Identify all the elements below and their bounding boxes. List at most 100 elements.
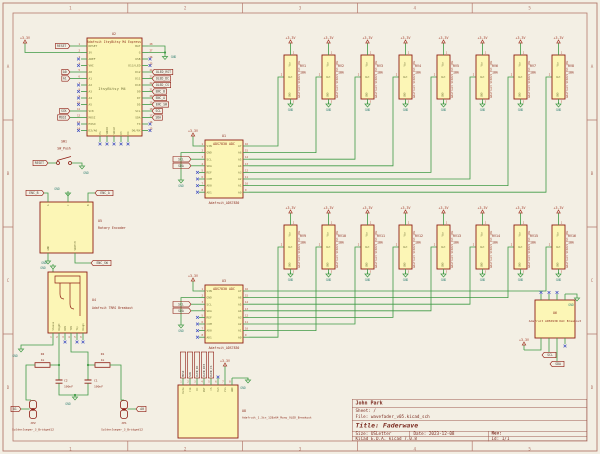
gnd-label: GND [441, 278, 447, 282]
wire[interactable] [193, 141, 199, 146]
gnd-symbol[interactable] [480, 104, 485, 107]
wire[interactable] [25, 48, 81, 53]
capacitor-C1[interactable] [85, 380, 92, 383]
pin-name: A0 [238, 190, 242, 194]
switch-contact[interactable] [57, 162, 60, 165]
wire[interactable] [193, 286, 199, 291]
power-3v3-symbol[interactable] [404, 210, 407, 213]
power-3v3-symbol[interactable] [557, 40, 560, 43]
gnd-symbol[interactable] [365, 274, 370, 277]
resistor-R1[interactable] [95, 363, 110, 368]
pot-ref: RV8 [568, 64, 574, 68]
rotary-encoder-U5[interactable] [40, 202, 93, 253]
gnd-symbol[interactable] [326, 274, 331, 277]
oled-breakout-U8[interactable] [178, 385, 238, 438]
net-wire[interactable] [249, 247, 361, 324]
wire[interactable] [75, 253, 91, 263]
solder-jumper-JP2[interactable] [30, 401, 37, 410]
gnd-symbol[interactable] [441, 104, 446, 107]
gnd-symbol[interactable] [288, 104, 293, 107]
power-3v3-symbol[interactable] [557, 210, 560, 213]
solder-jumper-JP1[interactable] [121, 401, 128, 410]
wire[interactable] [44, 193, 48, 196]
resistor-R2[interactable] [35, 363, 50, 368]
pin-name: VIN [207, 144, 212, 148]
gnd-label: GND [441, 108, 447, 112]
schematic-canvas[interactable]: 1122334455AABBCCDDU1ADS7830 ADCAdafruit_… [0, 0, 600, 454]
switch-lever[interactable] [57, 157, 71, 161]
wire[interactable] [75, 383, 88, 395]
gnd-symbol[interactable] [288, 274, 293, 277]
switch-contact[interactable] [69, 162, 72, 165]
power-3v3-symbol[interactable] [481, 40, 484, 43]
gnd-symbol[interactable] [326, 104, 331, 107]
wire[interactable] [21, 340, 53, 347]
power-3v3-label: +3.3V [286, 206, 296, 210]
adc-U1[interactable] [205, 140, 243, 198]
power-3v3-symbol[interactable] [442, 210, 445, 213]
gnd-symbol[interactable] [480, 274, 485, 277]
gnd-symbol[interactable] [441, 274, 446, 277]
pin-name: Vin [403, 232, 407, 237]
power-3v3-symbol[interactable] [366, 210, 369, 213]
gnd-label: GND [480, 108, 486, 112]
pin-number: 14 [245, 301, 248, 304]
gnd-symbol[interactable] [72, 397, 77, 400]
pin-number: 1 [331, 52, 333, 55]
gnd-symbol[interactable] [365, 104, 370, 107]
pin-name: SWDIO [105, 126, 109, 134]
net-wire[interactable] [249, 77, 361, 159]
no-connect-marker [127, 143, 130, 146]
gnd-symbol[interactable] [79, 166, 84, 169]
pin-name: GND [326, 262, 330, 267]
power-3v3-symbol[interactable] [191, 278, 194, 281]
gnd-symbol[interactable] [518, 274, 523, 277]
power-3v3-symbol[interactable] [223, 363, 226, 366]
capacitor-C2[interactable] [56, 380, 63, 383]
power-3v3-symbol[interactable] [519, 210, 522, 213]
power-3v3-symbol[interactable] [519, 40, 522, 43]
wire-junction [164, 51, 166, 53]
gnd-symbol[interactable] [556, 274, 561, 277]
power-3v3-symbol[interactable] [327, 210, 330, 213]
power-3v3-symbol[interactable] [289, 210, 292, 213]
wire[interactable] [26, 365, 35, 400]
gnd-symbol[interactable] [178, 180, 183, 183]
net-wire[interactable] [249, 77, 284, 146]
power-3v3-symbol[interactable] [366, 40, 369, 43]
power-3v3-symbol[interactable] [522, 342, 525, 345]
wire[interactable] [565, 294, 577, 296]
pin-number: 9 [245, 189, 247, 192]
power-3v3-symbol[interactable] [23, 40, 26, 43]
solder-jumper-JP2[interactable] [30, 410, 37, 419]
gnd-symbol[interactable] [162, 57, 167, 60]
power-3v3-symbol[interactable] [481, 210, 484, 213]
power-3v3-symbol[interactable] [404, 40, 407, 43]
gnd-symbol[interactable] [403, 104, 408, 107]
title-block[interactable]: John Park Sheet: / File: wavefader_v05.k… [352, 399, 587, 441]
gnd-symbol[interactable] [50, 266, 55, 269]
wire[interactable] [110, 365, 124, 400]
wire[interactable] [71, 340, 88, 380]
sheet-column-label: 4 [414, 446, 417, 451]
pot-value: 10k [530, 71, 536, 75]
gnd-symbol[interactable] [556, 104, 561, 107]
wire[interactable] [72, 163, 83, 164]
pin-name: Out [556, 245, 561, 249]
adc-U3[interactable] [205, 285, 243, 343]
solder-jumper-JP1[interactable] [121, 410, 128, 419]
gnd-symbol[interactable] [178, 325, 183, 328]
power-3v3-symbol[interactable] [191, 133, 194, 136]
power-3v3-symbol[interactable] [442, 40, 445, 43]
power-3v3-symbol[interactable] [289, 40, 292, 43]
global-label-text: SDA [178, 309, 184, 313]
gnd-label: GND [178, 184, 184, 188]
gnd-symbol[interactable] [518, 104, 523, 107]
wire[interactable] [524, 344, 541, 350]
gnd-symbol[interactable] [403, 274, 408, 277]
jumper-value: SolderJumper_3_Bridged12 [12, 428, 54, 432]
gnd-symbol[interactable] [245, 380, 250, 383]
gnd-symbol[interactable] [18, 349, 23, 352]
power-3v3-symbol[interactable] [327, 40, 330, 43]
wire[interactable] [88, 193, 95, 196]
